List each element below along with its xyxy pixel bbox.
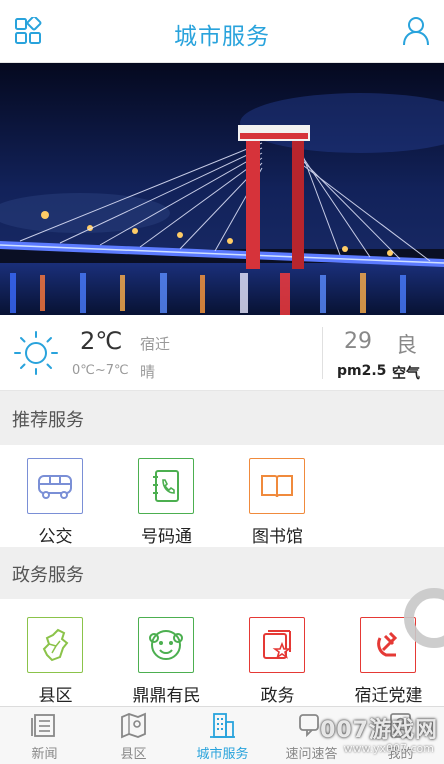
service-label: 鼎鼎有民 — [132, 686, 201, 706]
book-icon — [261, 475, 293, 498]
service-label: 图书馆 — [252, 527, 303, 547]
nav-label: 新闻 — [31, 747, 58, 762]
user-profile-button[interactable] — [402, 16, 430, 46]
weather-city: 宿迁 — [140, 335, 171, 353]
weather-divider — [322, 327, 323, 379]
city-banner-image[interactable] — [0, 63, 444, 315]
building-icon — [210, 713, 235, 738]
service-label: 政务 — [260, 686, 295, 706]
recommended-section-header: 推荐服务 — [0, 391, 444, 445]
temperature-range: 0℃~7℃ — [72, 363, 129, 378]
nav-news[interactable]: 新闻 — [0, 707, 89, 764]
government-section-header: 政务服务 — [0, 547, 444, 599]
user-icon — [403, 17, 429, 46]
bridge-night-image — [0, 63, 444, 315]
gov-badge-icon — [263, 630, 292, 659]
mascot-icon — [149, 630, 183, 660]
nav-label: 县区 — [120, 747, 147, 762]
nav-city-services[interactable]: 城市服务 — [178, 707, 267, 764]
weather-panel[interactable]: 2℃ 0℃~7℃ 宿迁 晴 29 良 pm2.5 空气 — [0, 315, 444, 391]
service-label: 号码通 — [141, 527, 192, 547]
service-label: 公交 — [38, 527, 73, 547]
aqi-value: 29 — [344, 329, 372, 354]
nav-county[interactable]: 县区 — [89, 707, 178, 764]
news-icon — [31, 714, 55, 737]
recommended-services-grid: 公交 号码通 图书馆 — [0, 445, 444, 547]
current-temperature: 2℃ — [80, 327, 123, 355]
phonebook-icon — [153, 470, 179, 502]
map-icon — [121, 712, 146, 739]
weather-condition: 晴 — [140, 363, 156, 381]
county-map-icon — [42, 628, 69, 662]
recommended-section-title: 推荐服务 — [12, 410, 84, 431]
sunny-icon — [14, 331, 58, 375]
service-label: 县区 — [38, 686, 73, 706]
app-header: 城市服务 — [0, 0, 444, 63]
aqi-level: 良 — [396, 333, 417, 357]
watermark-url: www.yx007.com — [343, 742, 434, 755]
bus-icon — [38, 475, 72, 499]
service-label: 宿迁党建 — [354, 686, 423, 706]
nav-label: 城市服务 — [196, 747, 249, 762]
pm25-label: pm2.5 — [337, 363, 387, 379]
air-quality-label: 空气 — [392, 366, 420, 382]
government-services-grid: 县区 鼎鼎有民 政务 宿迁党建 — [0, 599, 444, 706]
watermark-text: 007游戏网 — [320, 718, 438, 743]
page-title: 城市服务 — [174, 24, 270, 50]
party-emblem-icon — [377, 631, 398, 657]
government-section-title: 政务服务 — [12, 565, 84, 586]
